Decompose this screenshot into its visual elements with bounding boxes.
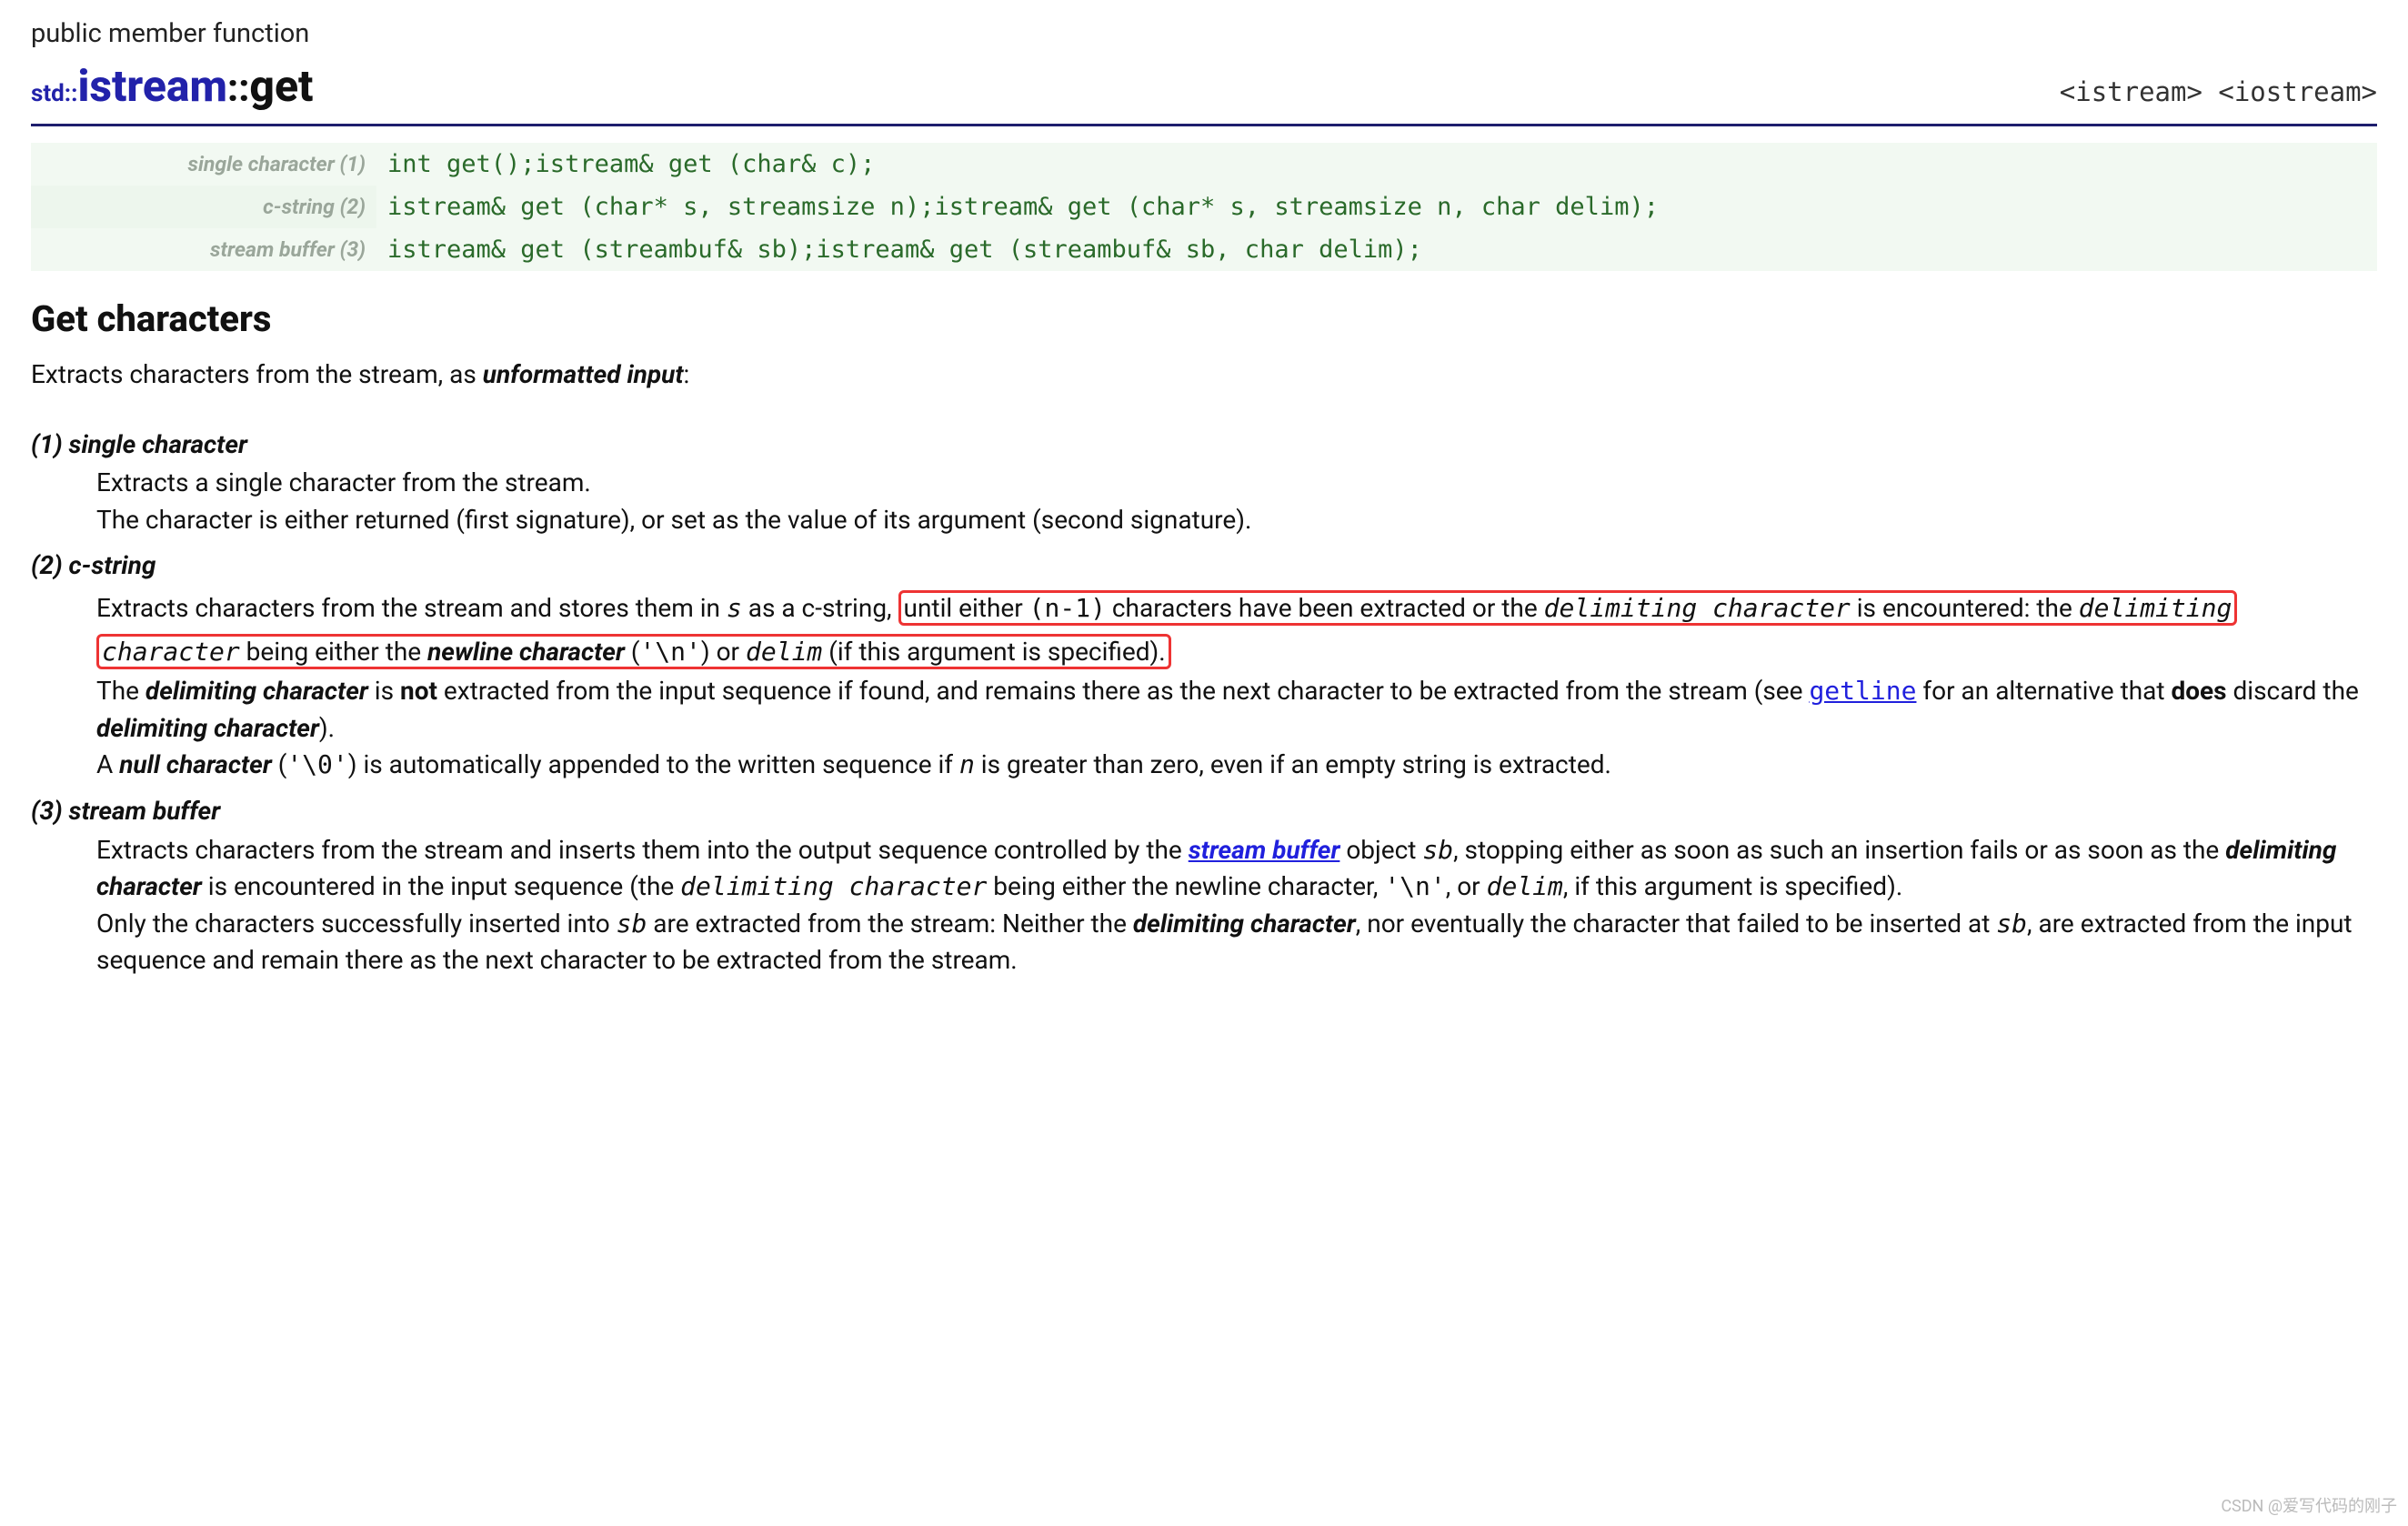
text: extracted from the input sequence if fou… — [437, 676, 1809, 706]
text: object — [1339, 835, 1422, 865]
text: being either the — [240, 637, 427, 667]
text: characters have been extracted or the — [1106, 593, 1544, 623]
code-param: sb — [1422, 835, 1453, 865]
text: Only the characters successfully inserte… — [96, 909, 617, 939]
code-inline: '\n' — [1384, 871, 1445, 901]
code-param: sb — [617, 909, 647, 939]
signature-row: c-string (2) istream& get (char* s, stre… — [31, 186, 2377, 228]
text: Extracts characters from the stream and … — [96, 835, 1189, 865]
paragraph: The delimiting character is not extracte… — [96, 673, 2377, 747]
definition-head-3: (3) stream buffer — [31, 793, 2377, 830]
title-function: get — [249, 60, 313, 112]
code-inline: delimiting character — [680, 871, 987, 901]
emphasis: delimiting character — [1133, 909, 1356, 939]
text: The — [96, 676, 145, 706]
text: , or — [1446, 871, 1487, 901]
text: , nor eventually the character that fail… — [1356, 909, 1997, 939]
page-title: std::istream::get — [31, 55, 313, 118]
code-inline: '\n' — [639, 637, 700, 667]
required-headers: <istream> <iostream> — [2060, 73, 2377, 111]
signature-label: c-string (2) — [31, 186, 376, 228]
text: Extracts characters from the stream and … — [96, 593, 727, 623]
text: as a c-string, — [742, 593, 898, 623]
text: is encountered in the input sequence (th… — [202, 871, 680, 901]
text: ) or — [701, 637, 746, 667]
signature-code: int get();istream& get (char& c); — [376, 143, 2377, 186]
code-param: n — [959, 749, 975, 779]
text: is encountered: the — [1851, 593, 2079, 623]
code-inline: delimiting character — [1544, 593, 1851, 623]
signature-row: stream buffer (3) istream& get (streambu… — [31, 228, 2377, 271]
text: ) is automatically appended to the writt… — [348, 749, 959, 779]
emphasis: not — [400, 676, 437, 706]
code-inline: '\0' — [286, 749, 347, 779]
title-namespace: std:: — [31, 80, 77, 107]
paragraph: Extracts characters from the stream and … — [96, 832, 2377, 906]
text: ( — [625, 637, 640, 667]
paragraph: Extracts characters from the stream and … — [96, 587, 2377, 673]
watermark: CSDN @爱写代码的刚子 — [2221, 1495, 2397, 1519]
text: The character is either returned (first … — [96, 502, 2377, 539]
text: is — [368, 676, 400, 706]
text: (if this argument is specified). — [822, 637, 1165, 667]
emphasis: newline character — [427, 637, 625, 667]
section-heading: Get characters — [31, 293, 2377, 346]
link-stream-buffer[interactable]: stream buffer — [1189, 835, 1340, 865]
text: , if this argument is specified). — [1563, 871, 1902, 901]
definition-head-1: (1) single character — [31, 427, 2377, 464]
code-inline: delim — [746, 637, 822, 667]
emphasis: unformatted input — [483, 359, 684, 389]
member-kind: public member function — [31, 15, 2377, 53]
text: ). — [319, 713, 335, 743]
text: for an alternative that — [1916, 676, 2171, 706]
text: is greater than zero, even if an empty s… — [975, 749, 1611, 779]
signature-label: single character (1) — [31, 143, 376, 186]
title-separator: :: — [227, 66, 249, 111]
paragraph: A null character ('\0') is automatically… — [96, 747, 2377, 784]
text: until either — [904, 593, 1029, 623]
signature-label: stream buffer (3) — [31, 228, 376, 271]
definition-body-3: Extracts characters from the stream and … — [96, 832, 2377, 979]
signature-code: istream& get (char* s, streamsize n);ist… — [376, 186, 2377, 228]
emphasis: null character — [119, 749, 272, 779]
code-param: s — [727, 593, 742, 623]
signature-table: single character (1) int get();istream& … — [31, 143, 2377, 271]
emphasis: does — [2171, 676, 2226, 706]
text: , stopping either as soon as such an ins… — [1453, 835, 2225, 865]
link-getline[interactable]: getline — [1809, 676, 1916, 706]
title-row: std::istream::get <istream> <iostream> — [31, 55, 2377, 126]
definition-head-2: (2) c-string — [31, 547, 2377, 585]
code-inline: (n-1) — [1029, 593, 1106, 623]
title-class: istream — [77, 60, 227, 112]
text: ( — [272, 749, 287, 779]
signature-code: istream& get (streambuf& sb);istream& ge… — [376, 228, 2377, 271]
text: : — [684, 359, 690, 389]
text: Extracts a single character from the str… — [96, 465, 2377, 502]
text: discard the — [2227, 676, 2359, 706]
text: being either the newline character, — [987, 871, 1384, 901]
paragraph: Only the characters successfully inserte… — [96, 906, 2377, 979]
text: are extracted from the stream: Neither t… — [647, 909, 1133, 939]
emphasis: delimiting character — [145, 676, 368, 706]
definition-body-2: Extracts characters from the stream and … — [96, 587, 2377, 784]
text: A — [96, 749, 119, 779]
intro-paragraph: Extracts characters from the stream, as … — [31, 356, 2377, 394]
code-inline: delim — [1487, 871, 1563, 901]
emphasis: delimiting character — [96, 713, 319, 743]
code-param: sb — [1996, 909, 2027, 939]
text: Extracts characters from the stream, as — [31, 359, 483, 389]
signature-row: single character (1) int get();istream& … — [31, 143, 2377, 186]
definition-body-1: Extracts a single character from the str… — [96, 465, 2377, 538]
